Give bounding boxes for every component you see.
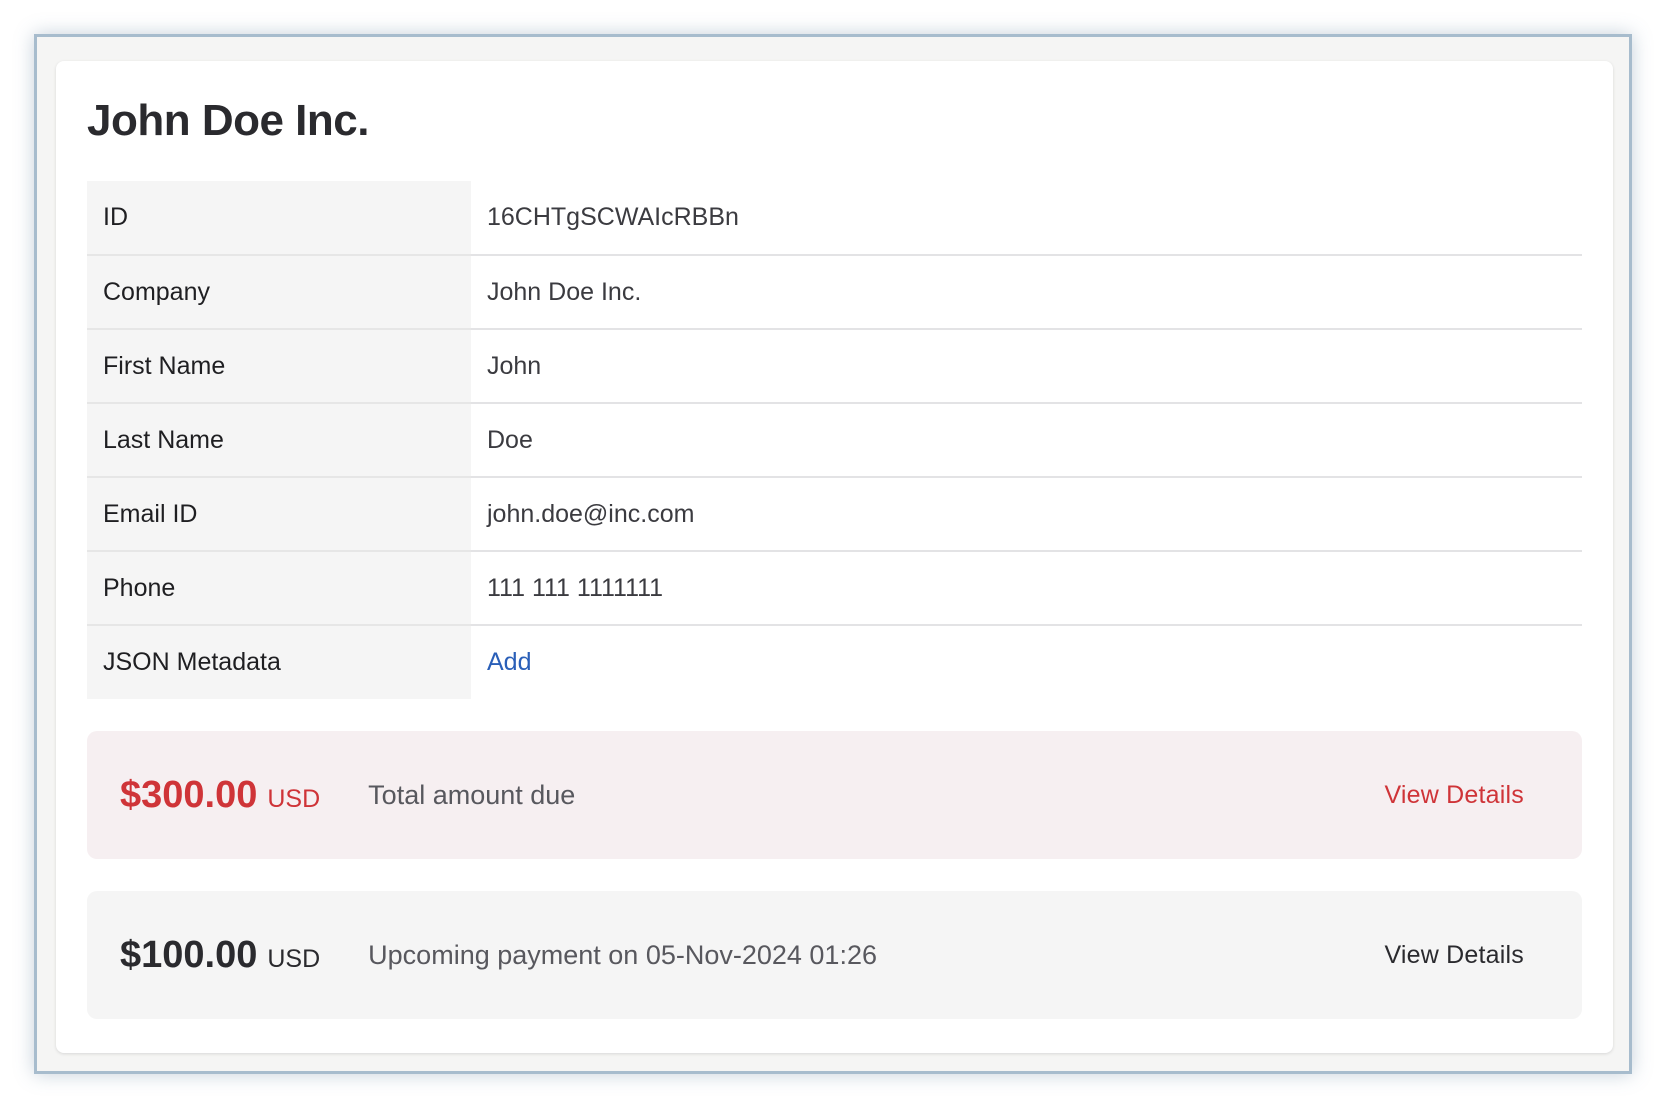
detail-label-last-name: Last Name [87,403,471,478]
detail-label-id: ID [87,181,471,256]
upcoming-payment-value: $100.00 [120,933,258,976]
add-metadata-link[interactable]: Add [487,648,531,676]
amount-due-value: $300.00 [120,773,258,816]
detail-value-phone: 111 111 1111111 [471,551,1582,626]
detail-label-company: Company [87,255,471,330]
amount-due-currency: USD [267,784,321,813]
detail-value-last-name: Doe [471,403,1582,478]
table-row: First Name John [87,329,1582,404]
page-title: John Doe Inc. [87,96,369,145]
detail-value-email: john.doe@inc.com [471,477,1582,552]
table-row: Phone 111 111 1111111 [87,551,1582,626]
amount-due-description: Total amount due [368,779,576,810]
customer-card: John Doe Inc. ID 16CHTgSCWAIcRBBn Compan… [56,61,1613,1053]
detail-value-first-name: John [471,329,1582,404]
table-row: Email ID john.doe@inc.com [87,477,1582,552]
upcoming-payment-panel: $100.00 USD Upcoming payment on 05-Nov-2… [87,891,1582,1019]
upcoming-payment-description: Upcoming payment on 05-Nov-2024 01:26 [368,939,877,970]
upcoming-payment-currency: USD [267,944,321,973]
detail-label-json-metadata: JSON Metadata [87,625,471,699]
table-row: Company John Doe Inc. [87,255,1582,330]
table-row: JSON Metadata Add [87,625,1582,699]
amount-due-panel: $300.00 USD Total amount due View Detail… [87,731,1582,859]
customer-details-table: ID 16CHTgSCWAIcRBBn Company John Doe Inc… [87,181,1582,699]
detail-value-id: 16CHTgSCWAIcRBBn [471,181,1582,256]
detail-value-json-metadata: Add [471,625,1582,699]
table-row: Last Name Doe [87,403,1582,478]
detail-label-email: Email ID [87,477,471,552]
detail-label-first-name: First Name [87,329,471,404]
window-frame: John Doe Inc. ID 16CHTgSCWAIcRBBn Compan… [34,34,1632,1074]
view-upcoming-details-button[interactable]: View Details [1385,941,1525,970]
detail-label-phone: Phone [87,551,471,626]
view-due-details-button[interactable]: View Details [1385,781,1525,810]
detail-value-company: John Doe Inc. [471,255,1582,330]
table-row: ID 16CHTgSCWAIcRBBn [87,181,1582,256]
